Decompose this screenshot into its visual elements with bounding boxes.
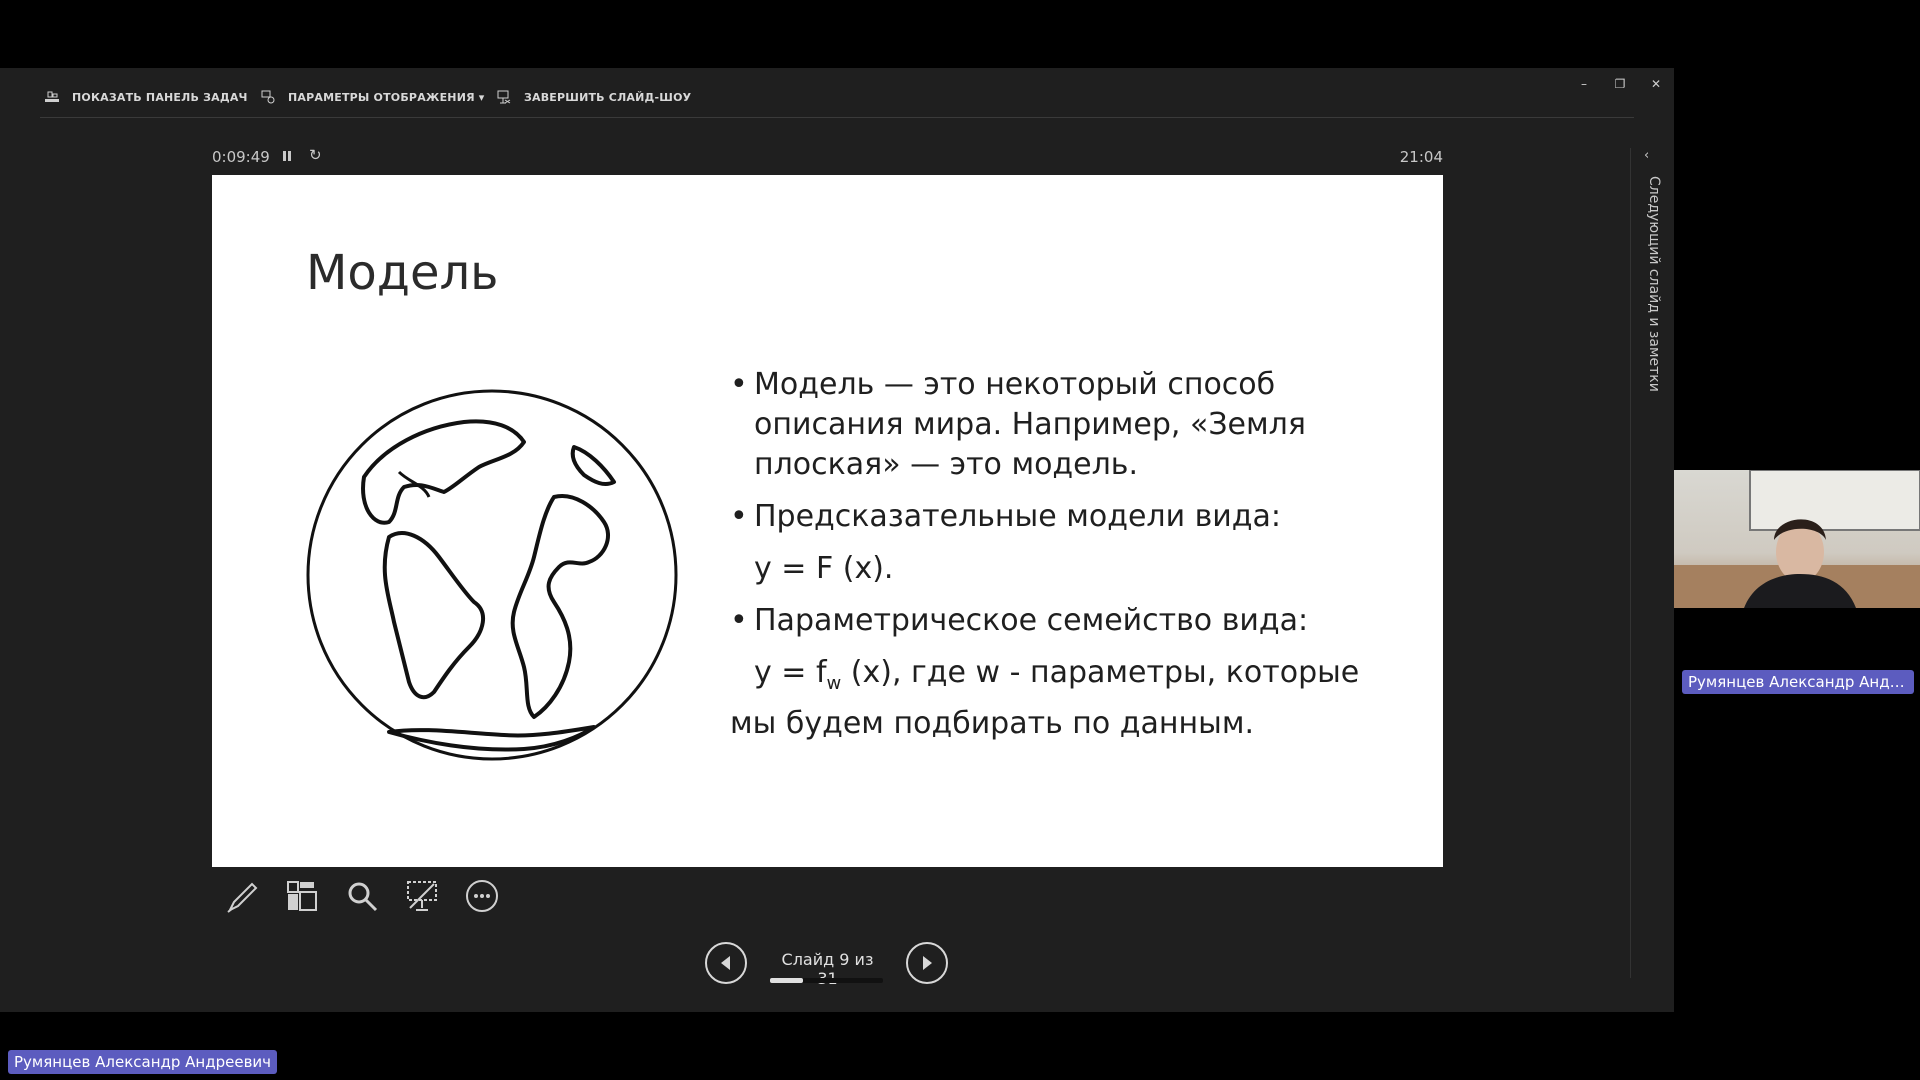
slide-progress-fill	[770, 978, 803, 983]
slide-progress-bar	[770, 978, 883, 983]
formula-tail: мы будем подбирать по данным.	[730, 706, 1255, 741]
formula-parametric: y = fw (x), где w - параметры, которые	[730, 653, 1370, 704]
bullet-dot: •	[730, 499, 748, 534]
earth-globe-icon	[306, 389, 678, 761]
previous-slide-button[interactable]	[705, 942, 747, 984]
pen-icon	[227, 882, 258, 913]
bullet-text: Параметрическое семейство вида:	[754, 603, 1309, 638]
formula-prefix: y = f	[754, 655, 827, 690]
bullet-item: • Модель — это некоторый способ описания…	[730, 365, 1370, 485]
reset-timer-icon[interactable]: ↻	[309, 146, 325, 164]
side-panel-toggle-icon[interactable]: ‹	[1644, 148, 1649, 163]
more-options-button[interactable]	[452, 874, 512, 918]
current-time: 21:04	[1399, 148, 1443, 166]
display-settings-icon	[260, 89, 276, 105]
end-show-label: ЗАВЕРШИТЬ СЛАЙД-ШОУ	[524, 90, 692, 104]
end-show-icon	[496, 89, 512, 105]
formula-suffix: (x), где w - параметры, которые	[841, 655, 1360, 690]
close-button[interactable]: ✕	[1642, 74, 1670, 94]
participant-name-tag: Румянцев Александр Андреевич	[1682, 670, 1914, 694]
zoom-button[interactable]	[332, 874, 392, 918]
bullet-item: • Параметрическое семейство вида:	[730, 601, 1370, 641]
see-all-slides-button[interactable]	[272, 874, 332, 918]
bullet-text: Модель — это некоторый способ описания м…	[754, 367, 1306, 482]
show-taskbar-button[interactable]: ПОКАЗАТЬ ПАНЕЛЬ ЗАДАЧ	[44, 86, 248, 108]
formula-predictive: y = F (x).	[754, 551, 894, 586]
slides-grid-icon	[287, 881, 317, 911]
slide-title: Модель	[306, 245, 499, 301]
participant-video[interactable]	[1674, 470, 1920, 608]
toolbar-divider	[40, 117, 1634, 118]
next-slide-button[interactable]	[906, 942, 948, 984]
slide-bullets: • Модель — это некоторый способ описания…	[730, 365, 1370, 744]
elapsed-timer: 0:09:49	[212, 148, 270, 166]
participant-avatar	[1674, 470, 1920, 608]
pause-icon[interactable]	[281, 148, 293, 164]
presenter-name-tag: Румянцев Александр Андреевич	[8, 1050, 278, 1074]
presenter-view: ПОКАЗАТЬ ПАНЕЛЬ ЗАДАЧ ПАРАМЕТРЫ ОТОБРАЖЕ…	[0, 68, 1674, 1012]
current-slide[interactable]: Модель • Модель — это некоторый способ о…	[212, 175, 1443, 867]
side-panel-divider	[1630, 148, 1631, 978]
restore-button[interactable]: ❐	[1606, 74, 1634, 94]
presenter-toolbar: ПОКАЗАТЬ ПАНЕЛЬ ЗАДАЧ ПАРАМЕТРЫ ОТОБРАЖЕ…	[0, 68, 1674, 118]
display-settings-button[interactable]: ПАРАМЕТРЫ ОТОБРАЖЕНИЯ ▾	[260, 86, 485, 108]
side-panel-label[interactable]: Следующий слайд и заметки	[1642, 176, 1662, 456]
arrow-left-icon	[721, 956, 730, 970]
bullet-dot: •	[730, 367, 748, 402]
bullet-text: Предсказательные модели вида:	[754, 499, 1282, 534]
black-screen-button[interactable]	[392, 874, 452, 918]
show-taskbar-label: ПОКАЗАТЬ ПАНЕЛЬ ЗАДАЧ	[72, 90, 248, 104]
bullet-item: • Предсказательные модели вида:	[730, 497, 1370, 537]
pen-tool-button[interactable]	[212, 874, 272, 918]
arrow-right-icon	[923, 956, 932, 970]
slide-tools	[212, 874, 512, 918]
minimize-button[interactable]: –	[1570, 74, 1598, 94]
more-icon	[466, 880, 498, 912]
formula-subscript: w	[826, 673, 842, 694]
magnifier-icon	[348, 882, 378, 912]
end-show-button[interactable]: ЗАВЕРШИТЬ СЛАЙД-ШОУ	[496, 86, 691, 108]
screen-off-icon	[407, 881, 437, 911]
display-settings-label: ПАРАМЕТРЫ ОТОБРАЖЕНИЯ ▾	[288, 90, 485, 104]
taskbar-icon	[44, 89, 60, 105]
bullet-dot: •	[730, 603, 748, 638]
